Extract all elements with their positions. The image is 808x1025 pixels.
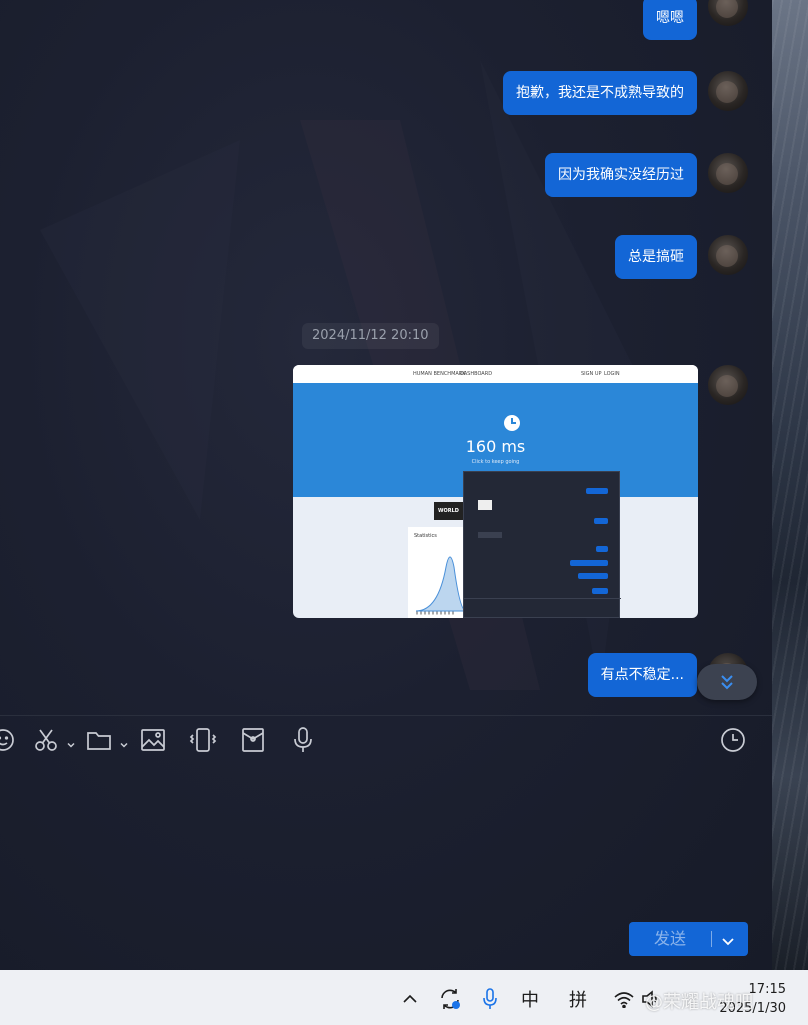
chevron-down-icon <box>120 742 128 748</box>
image-result-value: 160 ms <box>465 437 526 456</box>
nested-bubble <box>594 518 608 524</box>
screenshot-button[interactable] <box>31 725 61 755</box>
image-nav-dashboard: DASHBOARD <box>460 371 493 377</box>
user-avatar[interactable] <box>708 71 748 111</box>
chevron-down-icon <box>67 742 75 748</box>
sync-icon <box>441 989 460 1009</box>
nested-bubble <box>586 488 608 494</box>
red-envelope-icon <box>242 728 264 752</box>
message-timestamp: 2024/11/12 20:10 <box>302 323 439 349</box>
message-bubble[interactable]: 嗯嗯 <box>643 0 697 40</box>
scissors-icon <box>35 729 57 751</box>
sync-tray-button[interactable] <box>437 987 463 1011</box>
screenshot-options-caret[interactable] <box>66 735 76 748</box>
user-avatar[interactable] <box>708 153 748 193</box>
vibrate-icon <box>189 728 217 752</box>
chat-history-button[interactable] <box>718 725 748 755</box>
image-nav-signup: SIGN UP <box>581 371 602 377</box>
message-bubble[interactable]: 因为我确实没经历过 <box>545 153 697 197</box>
user-avatar[interactable] <box>708 0 748 26</box>
emoji-icon <box>0 729 14 751</box>
ime-mode-indicator[interactable]: 拼 <box>566 987 590 1011</box>
voice-message-button[interactable] <box>288 725 318 755</box>
wifi-icon <box>614 992 634 1008</box>
image-message[interactable]: HUMAN BENCHMARK DASHBOARD SIGN UP LOGIN … <box>293 365 698 618</box>
image-statistics-card: Statistics <box>408 527 468 618</box>
chat-window: 嗯嗯 抱歉，我还是不成熟导致的 因为我确实没经历过 总是搞砸 2024/11/1… <box>0 0 772 970</box>
nested-bubble <box>570 560 608 566</box>
image-nested-chat-window <box>463 471 621 618</box>
file-button[interactable] <box>84 725 114 755</box>
send-button-label[interactable]: 发送 <box>629 922 711 956</box>
image-result-subtext: Click to keep going <box>471 459 520 465</box>
toolbar-divider <box>0 715 772 716</box>
user-avatar[interactable] <box>708 235 748 275</box>
image-thumbnail-label: WORLD <box>438 508 459 514</box>
image-button[interactable] <box>138 725 168 755</box>
image-nav-bar: HUMAN BENCHMARK DASHBOARD SIGN UP LOGIN <box>293 365 698 383</box>
image-nav-brand: HUMAN BENCHMARK <box>413 371 466 377</box>
shake-window-button[interactable] <box>188 725 218 755</box>
microphone-icon <box>294 727 312 752</box>
send-options-caret[interactable] <box>721 933 735 952</box>
nested-bubble <box>578 573 608 579</box>
desktop-wallpaper <box>772 0 808 970</box>
emoji-button[interactable] <box>0 725 18 755</box>
message-list[interactable]: 嗯嗯 抱歉，我还是不成熟导致的 因为我确实没经历过 总是搞砸 2024/11/1… <box>0 0 772 715</box>
nested-bubble <box>596 546 608 552</box>
nested-sticker <box>478 500 492 510</box>
user-avatar[interactable] <box>708 365 748 405</box>
file-options-caret[interactable] <box>119 735 129 748</box>
chevron-up-icon <box>403 994 417 1003</box>
scroll-to-bottom-button[interactable] <box>697 664 757 700</box>
nested-bubble-received <box>478 532 502 538</box>
image-icon <box>141 729 165 751</box>
image-nav-login: LOGIN <box>604 371 620 377</box>
microphone-tray-button[interactable] <box>480 987 500 1011</box>
watermark-text: @荣耀战魂吧 <box>645 992 753 1013</box>
nested-bubble <box>592 588 608 594</box>
wifi-tray-button[interactable] <box>612 987 636 1011</box>
clock-icon <box>721 728 745 752</box>
chevron-down-icon <box>722 938 734 946</box>
nested-divider <box>464 598 621 599</box>
message-bubble[interactable]: 抱歉，我还是不成熟导致的 <box>503 71 697 115</box>
message-bubble[interactable]: 总是搞砸 <box>615 235 697 279</box>
ime-language-indicator[interactable]: 中 <box>518 987 542 1011</box>
red-packet-button[interactable] <box>238 725 268 755</box>
message-bubble[interactable]: 有点不稳定... <box>587 653 697 697</box>
image-statistics-curve <box>415 556 467 615</box>
double-chevron-down-icon <box>721 675 733 690</box>
microphone-icon <box>483 988 497 1009</box>
folder-icon <box>87 732 111 750</box>
send-button[interactable]: 发送 <box>629 922 748 956</box>
send-button-separator <box>711 931 712 947</box>
image-thumbnail: WORLD <box>434 502 464 520</box>
clock-icon <box>504 415 520 431</box>
message-input[interactable] <box>0 770 772 915</box>
show-hidden-icons-button[interactable] <box>400 987 420 1011</box>
